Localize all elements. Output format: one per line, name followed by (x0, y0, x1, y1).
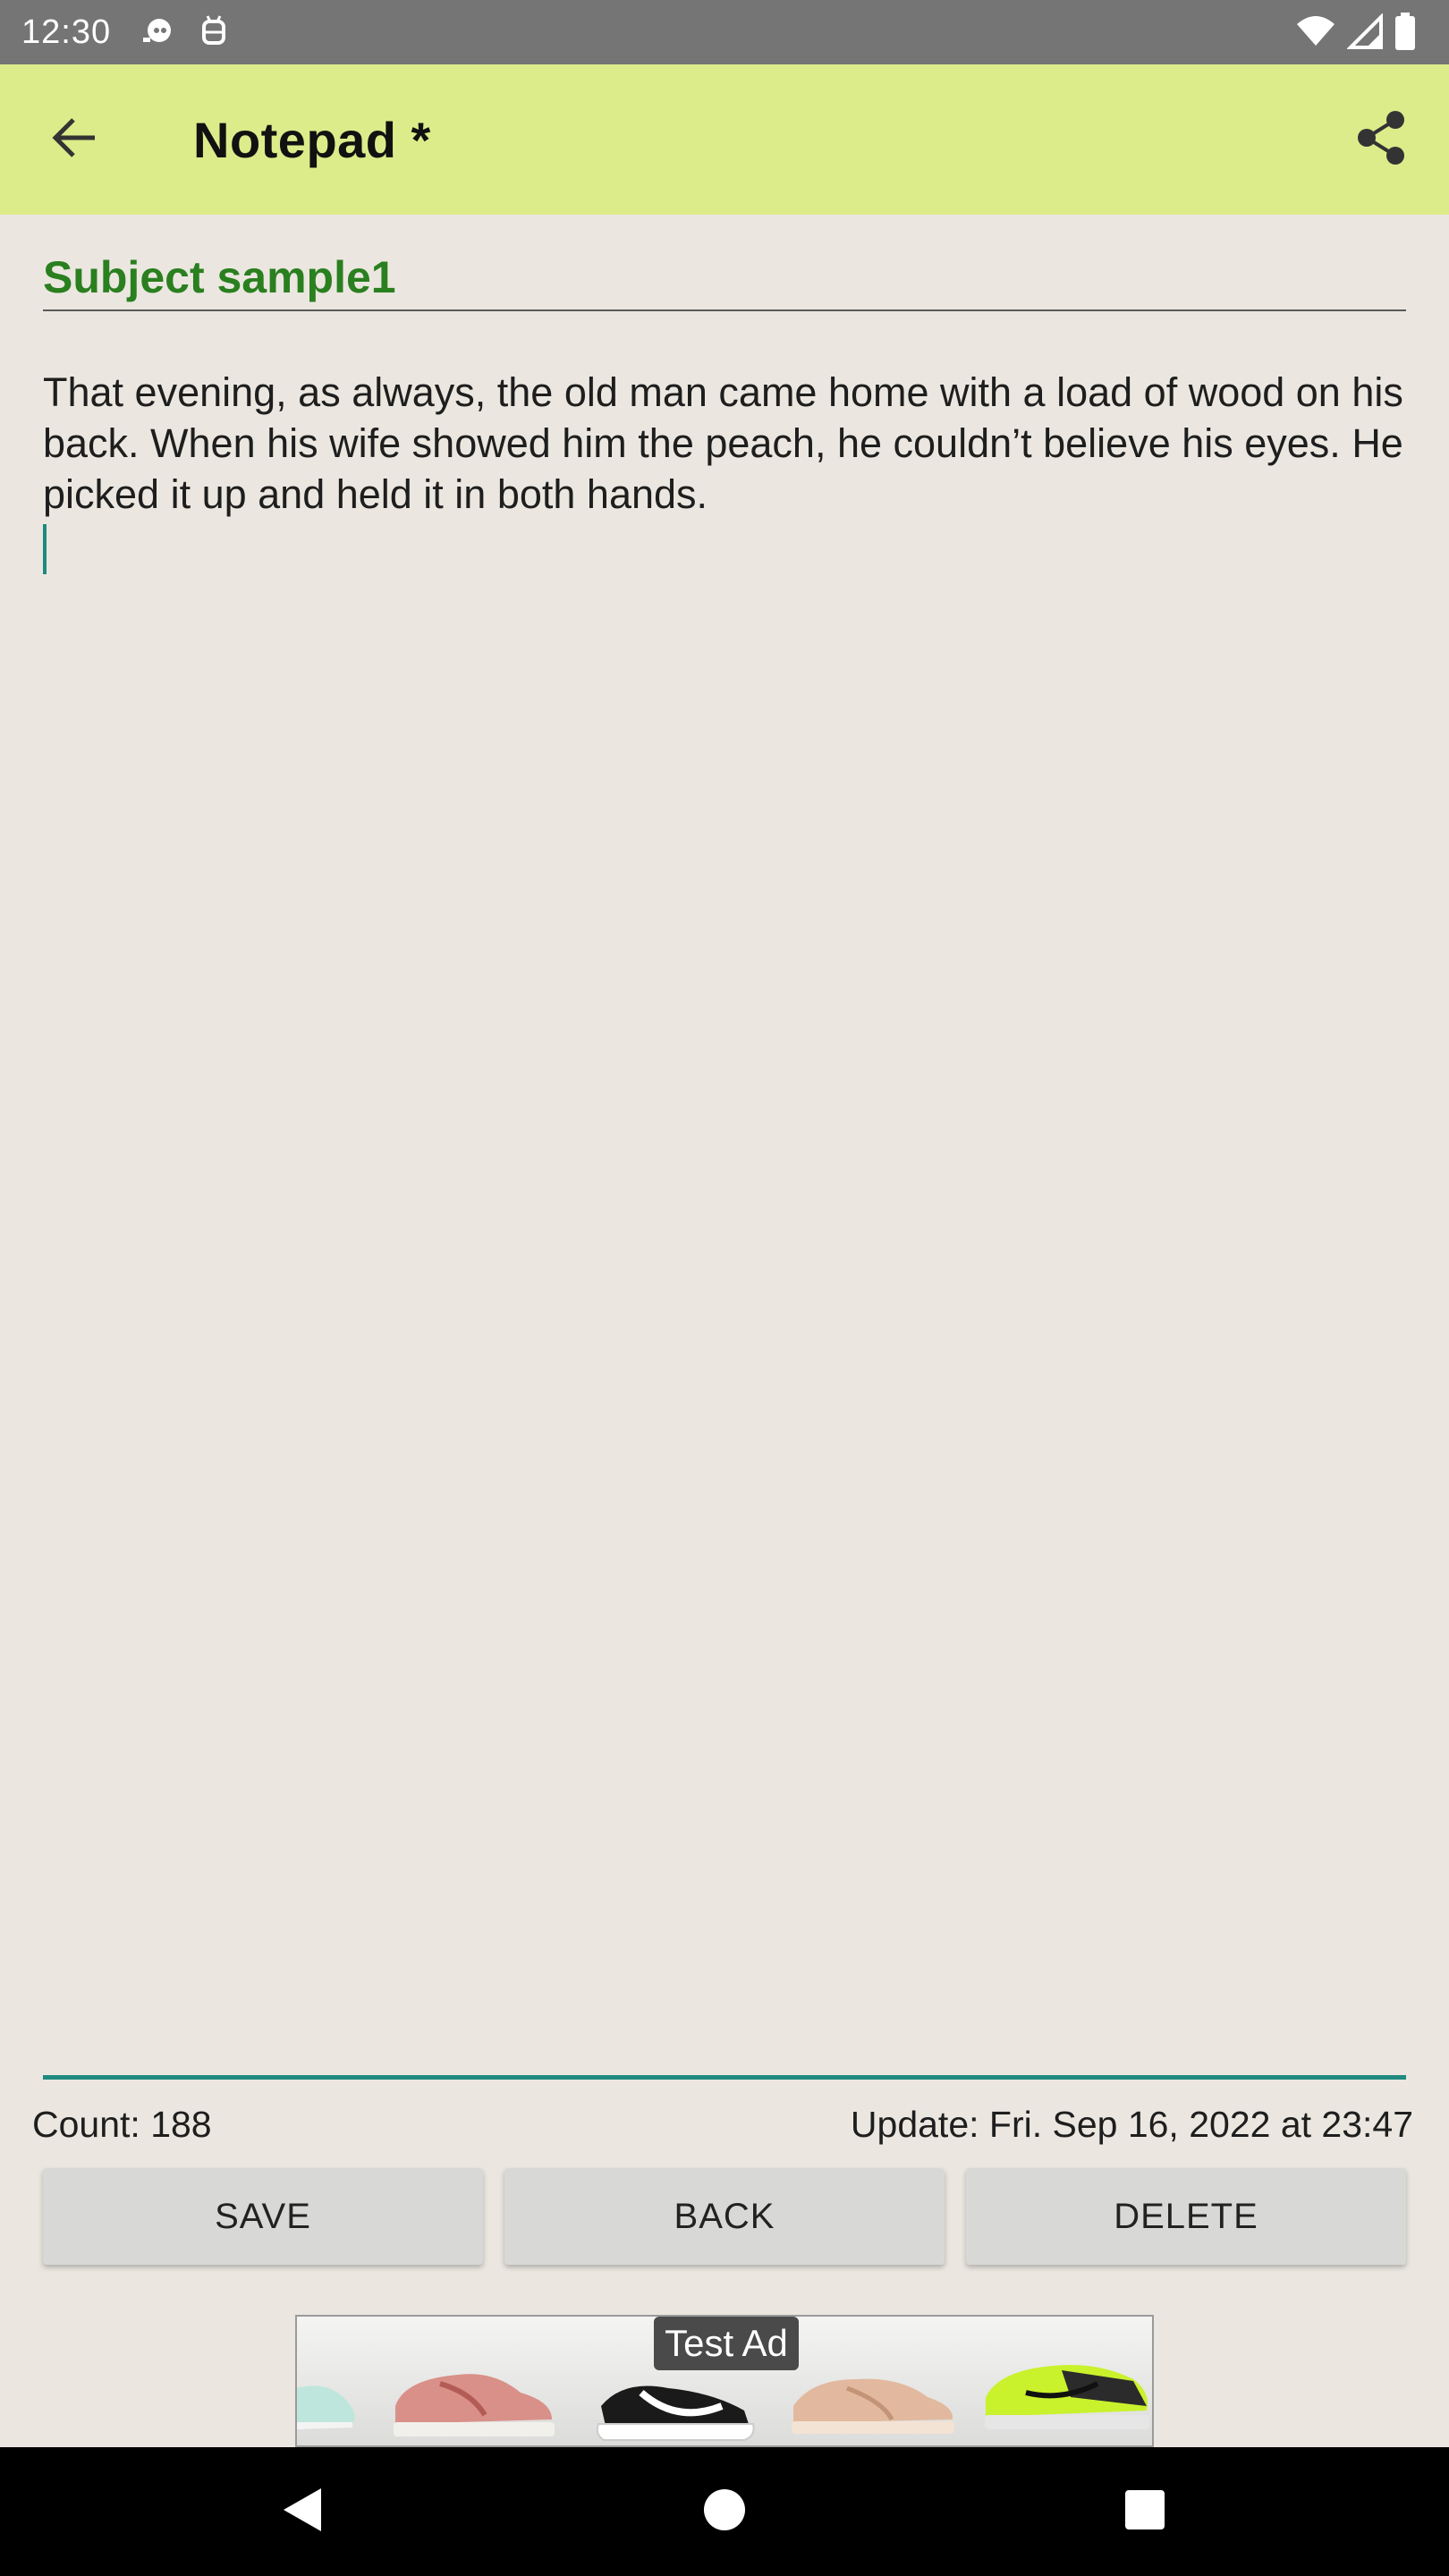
shoe-image (985, 2365, 1149, 2429)
share-icon (1354, 109, 1408, 171)
nav-back-button[interactable] (270, 2479, 335, 2544)
character-count: Count: 188 (32, 2104, 212, 2145)
android-debug-icon (199, 13, 229, 53)
shoe-image (297, 2385, 355, 2429)
status-time: 12:30 (21, 13, 112, 51)
nav-home-button[interactable] (692, 2479, 757, 2544)
battery-icon (1394, 13, 1417, 55)
ad-label: Test Ad (654, 2317, 799, 2370)
shoe-image (596, 2385, 755, 2441)
share-button[interactable] (1345, 104, 1417, 175)
back-arrow-button[interactable] (43, 107, 107, 172)
status-bar: 12:30 (0, 0, 1449, 64)
signal-icon (1346, 13, 1383, 54)
status-right-icons (1295, 13, 1417, 55)
status-left-icons (140, 13, 229, 53)
shoe-image (394, 2374, 555, 2436)
back-button[interactable]: BACK (504, 2168, 945, 2265)
system-nav-bar (0, 2447, 1449, 2576)
nav-recents-button[interactable] (1113, 2479, 1177, 2544)
ad-banner[interactable]: Test Ad (295, 2315, 1154, 2447)
nav-home-icon (702, 2487, 747, 2537)
nav-recents-icon (1123, 2488, 1166, 2536)
nav-back-icon (280, 2485, 325, 2539)
delete-button[interactable]: DELETE (966, 2168, 1406, 2265)
note-body-field[interactable]: That evening, as always, the old man cam… (43, 367, 1411, 520)
page-title: Notepad * (193, 112, 431, 168)
text-cursor (43, 524, 47, 574)
update-timestamp: Update: Fri. Sep 16, 2022 at 23:47 (850, 2104, 1413, 2145)
arrow-back-icon (50, 113, 100, 167)
subject-underline (43, 309, 1406, 311)
notification-icon (140, 13, 175, 53)
subject-field[interactable]: Subject sample1 (43, 242, 1406, 313)
save-button[interactable]: SAVE (43, 2168, 483, 2265)
body-underline (43, 2075, 1406, 2080)
app-bar: Notepad * (0, 64, 1449, 215)
wifi-icon (1295, 13, 1336, 54)
shoe-image (792, 2378, 954, 2434)
